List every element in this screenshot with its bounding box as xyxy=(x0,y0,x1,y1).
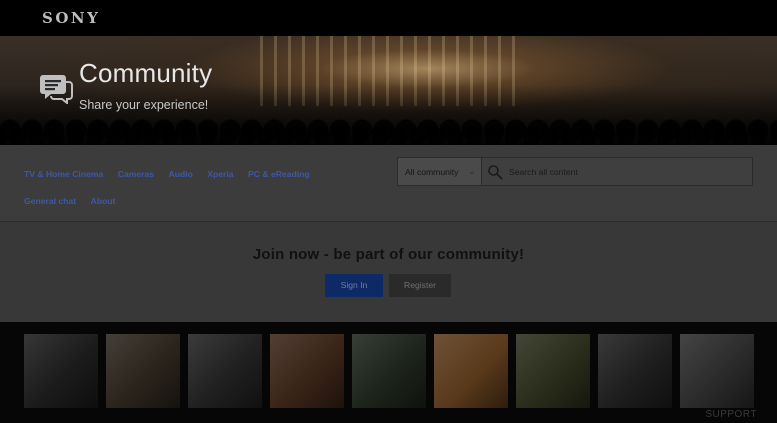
gallery-thumbnail[interactable] xyxy=(352,334,426,408)
gallery-overlay-text: SUPPORT xyxy=(705,409,757,420)
join-banner: Join now - be part of our community! Sig… xyxy=(0,222,777,322)
hero-title: Community xyxy=(79,58,213,88)
nav-xperia[interactable]: Xperia xyxy=(207,161,233,188)
nav-tv-home-cinema[interactable]: TV & Home Cinema xyxy=(24,161,103,188)
gallery-thumbnail[interactable] xyxy=(270,334,344,408)
gallery-thumbnail[interactable] xyxy=(106,334,180,408)
search-icon[interactable] xyxy=(487,164,503,180)
search-scope-select[interactable]: All community ⌄ xyxy=(398,158,482,185)
gallery-thumbnail[interactable] xyxy=(434,334,508,408)
search-input[interactable] xyxy=(509,164,744,180)
photo-gallery: SUPPORT xyxy=(0,322,777,423)
sony-logo[interactable]: SONY xyxy=(42,9,100,27)
chevron-down-icon: ⌄ xyxy=(468,166,476,176)
top-bar: SONY xyxy=(0,0,777,36)
gallery-thumbnail[interactable] xyxy=(24,334,98,408)
hero-subtitle: Share your experience! xyxy=(79,98,209,112)
chat-bubble-icon xyxy=(40,75,73,104)
gallery-thumbnail[interactable] xyxy=(188,334,262,408)
nav-audio[interactable]: Audio xyxy=(169,161,193,188)
nav-cameras[interactable]: Cameras xyxy=(118,161,154,188)
register-button[interactable]: Register xyxy=(389,274,451,297)
join-title: Join now - be part of our community! xyxy=(252,246,525,263)
community-hero: Community Share your experience! xyxy=(0,36,777,145)
navigation-strip: TV & Home Cinema Cameras Audio Xperia PC… xyxy=(0,145,777,222)
nav-about[interactable]: About xyxy=(91,188,116,215)
nav-general-chat[interactable]: General chat xyxy=(24,188,76,215)
sign-in-button[interactable]: Sign In xyxy=(325,274,383,297)
nav-pc-ereading[interactable]: PC & eReading xyxy=(248,161,310,188)
search-bar: All community ⌄ xyxy=(397,157,753,186)
gallery-thumbnail[interactable] xyxy=(598,334,672,408)
page: SONY Community Share your experience! TV… xyxy=(0,0,777,423)
search-scope-value: All community xyxy=(405,167,459,177)
gallery-thumbnail[interactable] xyxy=(516,334,590,408)
gallery-thumbnail[interactable] xyxy=(680,334,754,408)
category-nav: TV & Home Cinema Cameras Audio Xperia PC… xyxy=(24,161,374,215)
crowd-silhouette xyxy=(0,85,777,145)
